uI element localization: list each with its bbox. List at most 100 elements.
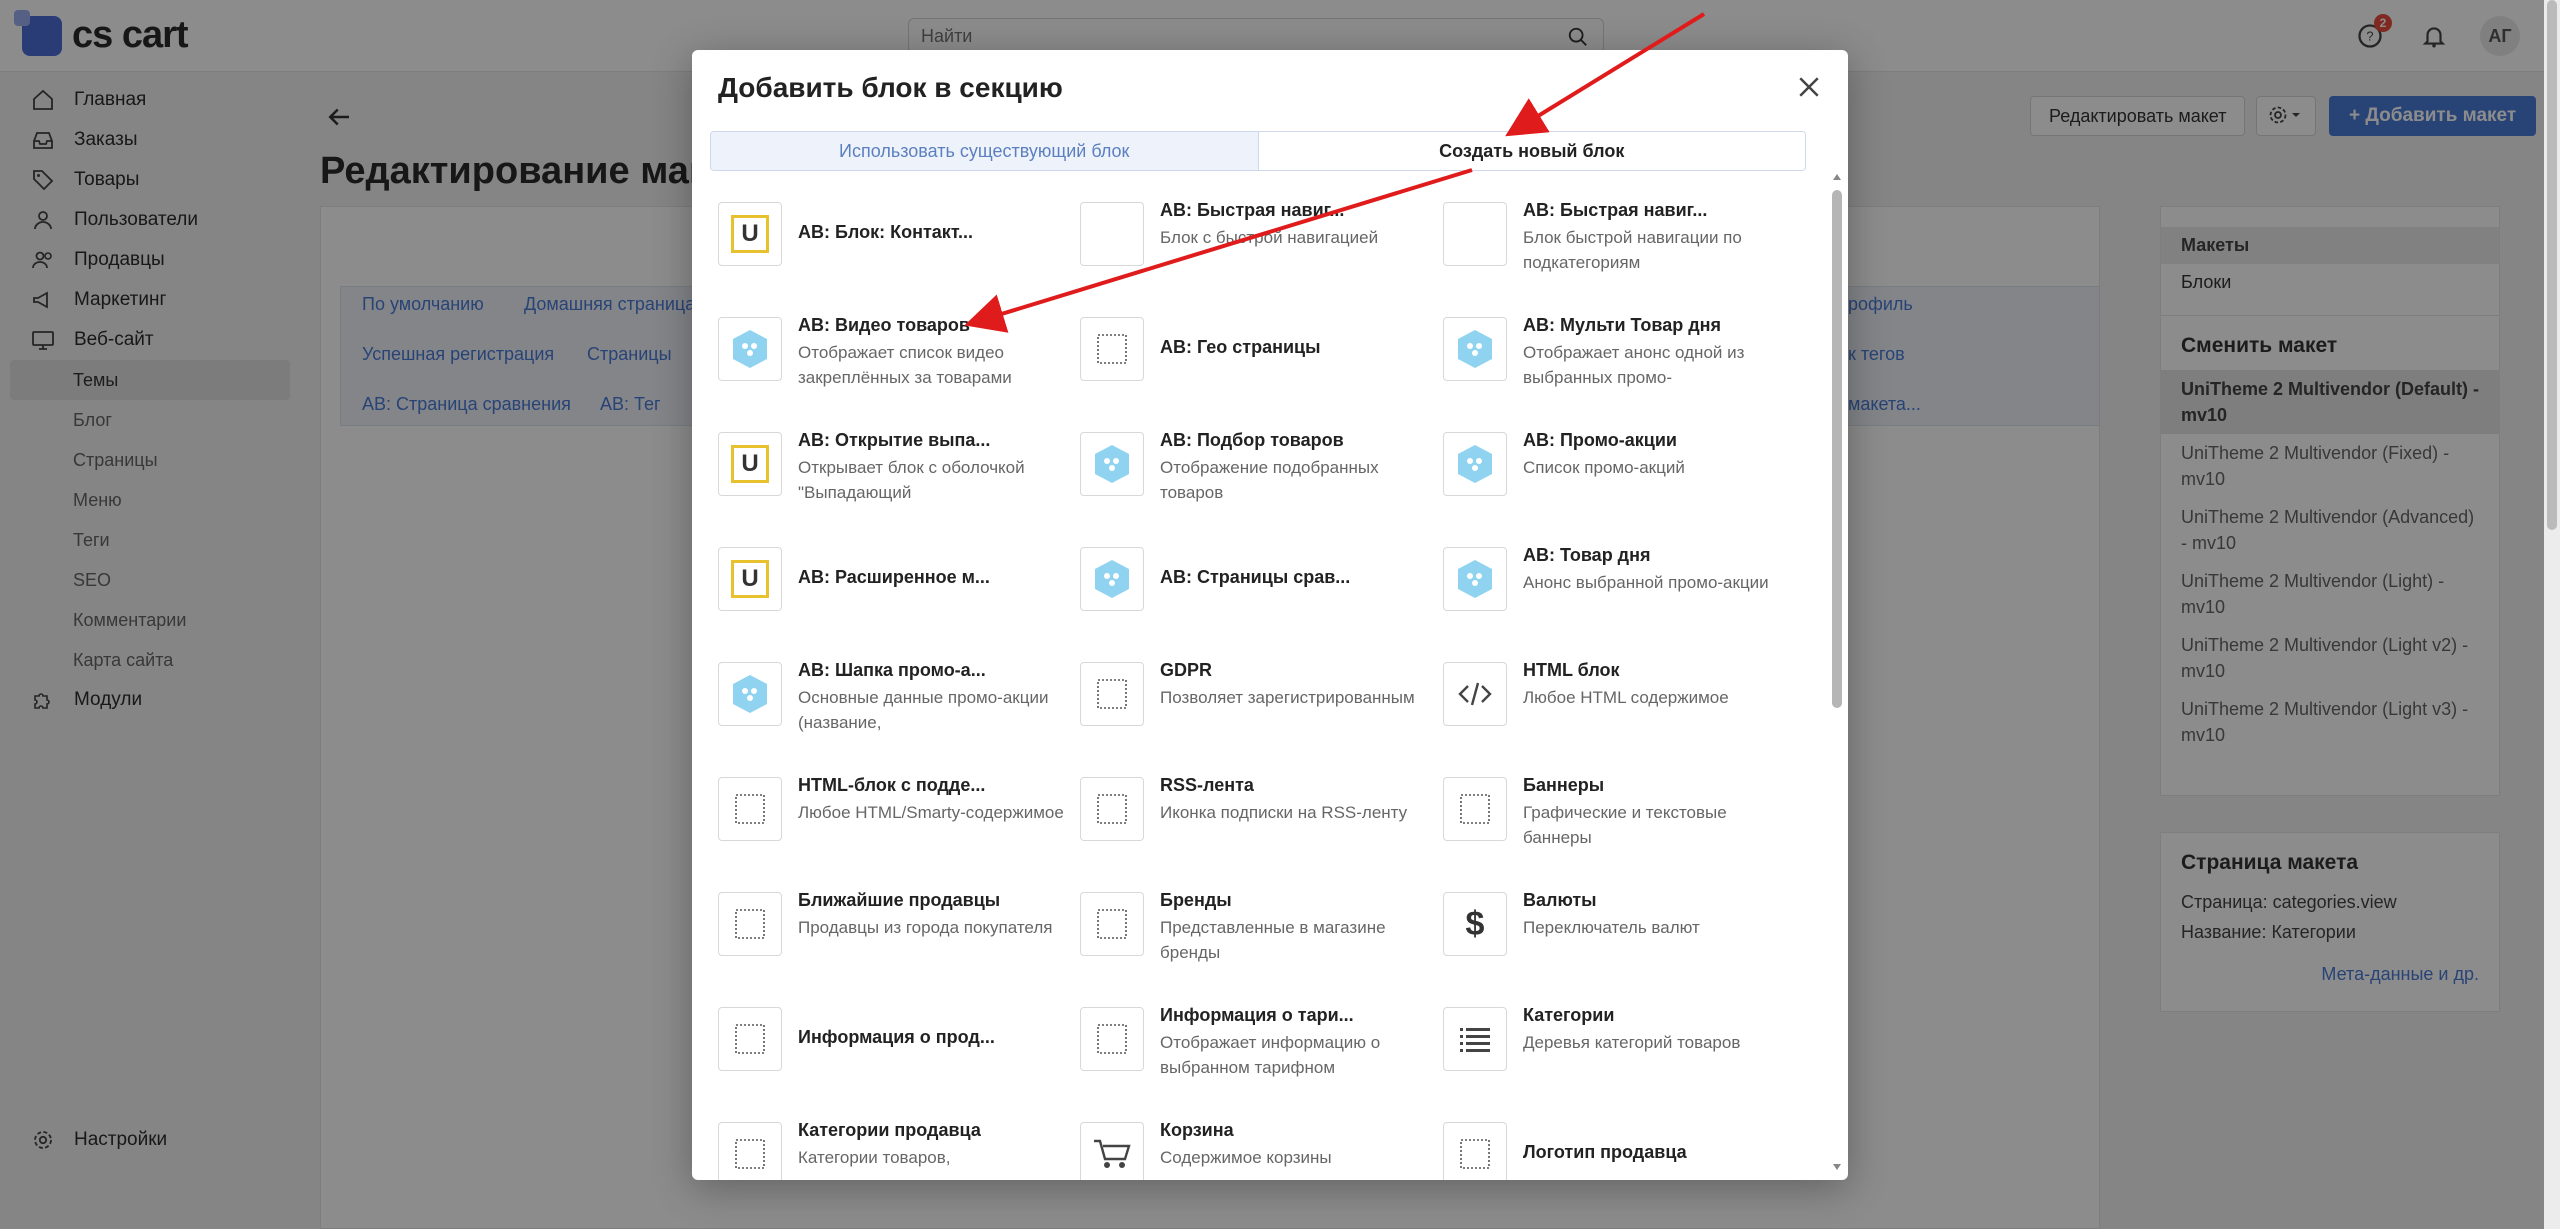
block-type-card[interactable]: Логотип продавца bbox=[1443, 1122, 1793, 1180]
scroll-down-icon[interactable] bbox=[1832, 1162, 1842, 1172]
block-type-description: Блок с быстрой навигацией bbox=[1160, 228, 1379, 247]
block-type-title: Валюты bbox=[1523, 890, 1597, 910]
block-type-title: HTML-блок с подде... bbox=[798, 775, 986, 795]
block-type-title: Баннеры bbox=[1523, 775, 1605, 795]
block-type-description: Открывает блок с оболочкой "Выпадающий bbox=[798, 458, 1025, 502]
tab-create-new-block[interactable]: Создать новый блок bbox=[1257, 132, 1805, 170]
dotted-square-icon bbox=[1080, 662, 1144, 726]
block-type-description: Список промо-акций bbox=[1523, 458, 1685, 477]
block-type-title: AB: Видео товаров bbox=[798, 315, 970, 335]
block-type-card[interactable]: Категории Деревья категорий товаров bbox=[1443, 1005, 1793, 1117]
dollar-icon: $ bbox=[1443, 892, 1507, 956]
block-type-title: Категории bbox=[1523, 1005, 1615, 1025]
block-type-card[interactable]: Бренды Представленные в магазине бренды bbox=[1080, 890, 1430, 1002]
block-type-card[interactable]: AB: Шапка промо-а... Основные данные пром… bbox=[718, 660, 1068, 772]
hex-icon bbox=[1443, 547, 1507, 611]
block-type-title: Информация о прод... bbox=[798, 1027, 995, 1047]
block-type-title: Информация о тари... bbox=[1160, 1005, 1354, 1025]
block-type-card[interactable]: AB: Видео товаров Отображает список видео… bbox=[718, 315, 1068, 427]
block-type-card[interactable]: Информация о тари... Отображает информаци… bbox=[1080, 1005, 1430, 1117]
block-type-description: Блок быстрой навигации по подкатегориям bbox=[1523, 228, 1742, 272]
block-type-description: Категории товаров, bbox=[798, 1148, 951, 1167]
dotted-square-icon bbox=[1080, 777, 1144, 841]
block-type-card[interactable]: Баннеры Графические и текстовые баннеры bbox=[1443, 775, 1793, 887]
cart-icon bbox=[1080, 1122, 1144, 1180]
block-type-title: AB: Быстрая навиг... bbox=[1160, 200, 1345, 220]
block-type-title: AB: Открытие выпа... bbox=[798, 430, 991, 450]
block-type-title: GDPR bbox=[1160, 660, 1213, 680]
block-type-title: AB: Страницы срав... bbox=[1160, 567, 1351, 587]
block-type-description: Деревья категорий товаров bbox=[1523, 1033, 1741, 1052]
block-type-description: Иконка подписки на RSS-ленту bbox=[1160, 803, 1408, 822]
block-type-title: AB: Гео страницы bbox=[1160, 337, 1321, 357]
block-type-title: RSS-лента bbox=[1160, 775, 1254, 795]
block-type-description: Отображает список видео закреплённых за … bbox=[798, 343, 1012, 387]
block-type-card[interactable]: GDPR Позволяет зарегистрированным bbox=[1080, 660, 1430, 772]
block-type-card[interactable]: $ Валюты Переключатель валют bbox=[1443, 890, 1793, 1002]
dotted-square-icon bbox=[1443, 777, 1507, 841]
u-icon: U bbox=[718, 547, 782, 611]
block-type-card[interactable]: AB: Гео страницы bbox=[1080, 317, 1430, 427]
close-icon[interactable] bbox=[1794, 72, 1824, 102]
block-type-description: Отображение подобранных товаров bbox=[1160, 458, 1379, 502]
block-type-description: Переключатель валют bbox=[1523, 918, 1700, 937]
block-type-card[interactable]: AB: Промо-акции Список промо-акций bbox=[1443, 430, 1793, 542]
block-type-card[interactable]: U AB: Открытие выпа... Открывает блок с об… bbox=[718, 430, 1068, 542]
hex-icon bbox=[718, 317, 782, 381]
block-type-card[interactable]: Корзина Содержимое корзины bbox=[1080, 1120, 1430, 1180]
hex-icon bbox=[1443, 432, 1507, 496]
tab-use-existing-block[interactable]: Использовать существующий блок bbox=[711, 132, 1258, 170]
block-type-card[interactable]: Категории продавца Категории товаров, bbox=[718, 1120, 1068, 1180]
block-type-title: AB: Мульти Товар дня bbox=[1523, 315, 1722, 335]
block-type-description: Отображает информацию о выбранном тарифн… bbox=[1160, 1033, 1381, 1077]
block-type-description: Графические и текстовые баннеры bbox=[1523, 803, 1727, 847]
block-type-card[interactable]: U AB: Расширенное м... bbox=[718, 547, 1068, 657]
block-type-card[interactable]: HTML блок Любое HTML содержимое bbox=[1443, 660, 1793, 772]
block-type-description: Основные данные промо-акции (название, bbox=[798, 688, 1049, 732]
block-type-card[interactable]: Ближайшие продавцы Продавцы из города пок… bbox=[718, 890, 1068, 1002]
block-type-title: AB: Блок: Контакт... bbox=[798, 222, 974, 242]
page-scrollbar[interactable] bbox=[2544, 0, 2560, 1229]
block-type-card[interactable]: RSS-лента Иконка подписки на RSS-ленту bbox=[1080, 775, 1430, 887]
block-type-title: Логотип продавца bbox=[1523, 1142, 1687, 1162]
hex-icon bbox=[1080, 547, 1144, 611]
block-type-description: Представленные в магазине бренды bbox=[1160, 918, 1386, 962]
block-type-card[interactable]: HTML-блок с подде... Любое HTML/Smarty-со… bbox=[718, 775, 1068, 887]
block-type-title: AB: Промо-акции bbox=[1523, 430, 1677, 450]
page-scroll-thumb[interactable] bbox=[2547, 0, 2557, 530]
dotted-square-icon bbox=[1443, 1122, 1507, 1180]
block-mode-tabs: Использовать существующий блок Создать н… bbox=[710, 131, 1806, 171]
code-icon bbox=[1443, 662, 1507, 726]
scroll-up-icon[interactable] bbox=[1832, 172, 1842, 182]
u-icon: U bbox=[718, 202, 782, 266]
block-type-card[interactable]: AB: Товар дня Анонс выбранной промо-акции bbox=[1443, 545, 1793, 657]
block-type-card[interactable]: U AB: Блок: Контакт... bbox=[718, 202, 1068, 312]
dotted-square-icon bbox=[1080, 1007, 1144, 1071]
block-type-description: Позволяет зарегистрированным bbox=[1160, 688, 1415, 707]
list-icon bbox=[1443, 1007, 1507, 1071]
block-type-title: AB: Шапка промо-а... bbox=[798, 660, 986, 680]
block-type-description: Любое HTML/Smarty-содержимое bbox=[798, 803, 1064, 822]
blank-icon bbox=[1080, 202, 1144, 266]
block-type-description: Продавцы из города покупателя bbox=[798, 918, 1053, 937]
block-type-card[interactable]: AB: Быстрая навиг... Блок быстрой навигац… bbox=[1443, 200, 1793, 312]
block-type-description: Содержимое корзины bbox=[1160, 1148, 1332, 1167]
block-type-title: Бренды bbox=[1160, 890, 1232, 910]
block-type-card[interactable]: Информация о прод... bbox=[718, 1007, 1068, 1117]
modal-scrollbar[interactable] bbox=[1832, 122, 1842, 1172]
dotted-square-icon bbox=[1080, 317, 1144, 381]
block-type-description: Отображает анонс одной из выбранных пром… bbox=[1523, 343, 1745, 387]
dotted-square-icon bbox=[718, 1122, 782, 1180]
block-type-title: AB: Быстрая навиг... bbox=[1523, 200, 1708, 220]
block-type-title: AB: Подбор товаров bbox=[1160, 430, 1344, 450]
block-type-title: Ближайшие продавцы bbox=[798, 890, 1001, 910]
hex-icon bbox=[1443, 317, 1507, 381]
block-type-card[interactable]: AB: Мульти Товар дня Отображает анонс одн… bbox=[1443, 315, 1793, 427]
block-type-card[interactable]: AB: Страницы срав... bbox=[1080, 547, 1430, 657]
block-type-card[interactable]: AB: Быстрая навиг... Блок с быстрой навиг… bbox=[1080, 200, 1430, 312]
dotted-square-icon bbox=[718, 777, 782, 841]
block-type-card[interactable]: AB: Подбор товаров Отображение подобранны… bbox=[1080, 430, 1430, 542]
hex-icon bbox=[718, 662, 782, 726]
scroll-thumb[interactable] bbox=[1832, 190, 1842, 708]
block-type-title: HTML блок bbox=[1523, 660, 1620, 680]
